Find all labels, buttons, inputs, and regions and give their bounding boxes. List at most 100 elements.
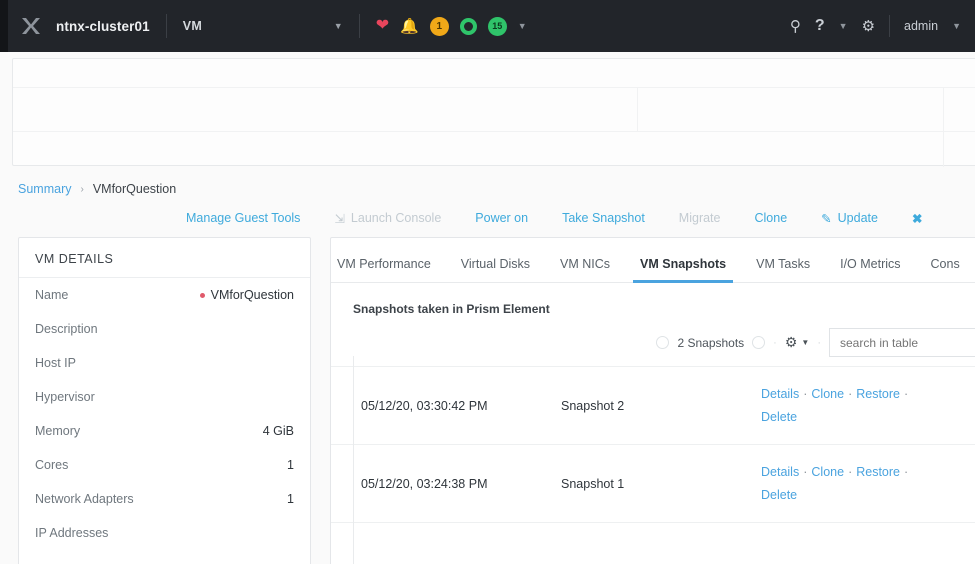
action-manage-guest-tools[interactable]: Manage Guest Tools (186, 211, 300, 225)
table-row[interactable]: 05/12/20, 03:30:42 PM Snapshot 2 Details… (331, 366, 975, 445)
console-icon: ⇲ (334, 211, 345, 226)
chevron-down-icon: ▼ (801, 338, 810, 347)
snapshot-clone-link[interactable]: Clone (811, 387, 844, 401)
detail-row-host-ip: Host IP (19, 346, 310, 380)
tab-console[interactable]: Cons (916, 257, 975, 282)
snapshot-row-actions: Details · Clone · Restore · Delete (761, 444, 975, 523)
snapshot-name: Snapshot 1 (561, 444, 761, 523)
snapshot-details-link[interactable]: Details (761, 387, 799, 401)
power-status-dot-icon (199, 292, 205, 298)
detail-key: IP Addresses (35, 526, 109, 540)
chevron-down-icon[interactable]: ▼ (518, 21, 527, 31)
table-settings-button[interactable]: ⚙ ▼ (785, 334, 809, 351)
toolbar-dot-separator: · (773, 336, 777, 349)
chevron-down-icon[interactable]: ▼ (839, 21, 848, 31)
detail-key: Memory (35, 424, 81, 438)
empty-cell (331, 522, 561, 564)
question-mark-icon[interactable]: ? (815, 18, 825, 34)
header-divider-3 (889, 15, 891, 37)
action-dot: · (904, 387, 909, 401)
action-migrate: Migrate (678, 211, 721, 225)
detail-row-ip-addresses: IP Addresses (19, 516, 310, 550)
header-divider-1 (165, 14, 167, 38)
action-launch-console-label: Launch Console (350, 211, 442, 225)
detail-row-cores: Cores 1 (19, 448, 310, 482)
detail-row-name: Name VMforQuestion (19, 278, 310, 312)
close-x-icon[interactable]: ✖ (912, 211, 922, 226)
detail-row-memory: Memory 4 GiB (19, 414, 310, 448)
toolbar-dot-separator-2: · (817, 336, 821, 349)
snapshot-delete-link[interactable]: Delete (761, 410, 797, 424)
snapshot-delete-link[interactable]: Delete (761, 488, 797, 502)
action-clone[interactable]: Clone (754, 211, 787, 225)
snapshots-table: 05/12/20, 03:30:42 PM Snapshot 2 Details… (331, 366, 975, 564)
info-circle-icon (656, 336, 670, 349)
summary-widget-card (12, 58, 975, 167)
snapshot-clone-link[interactable]: Clone (811, 465, 844, 479)
detail-key: Host IP (35, 356, 76, 370)
action-power-on[interactable]: Power on (475, 211, 528, 225)
tab-vm-nics[interactable]: VM NICs (545, 257, 625, 282)
detail-key: Hypervisor (35, 390, 95, 404)
tab-io-metrics[interactable]: I/O Metrics (825, 257, 915, 282)
vm-details-title: VM DETAILS (19, 238, 310, 278)
widget-rule-1 (13, 87, 975, 88)
table-row[interactable]: 05/12/20, 03:24:38 PM Snapshot 1 Details… (331, 444, 975, 523)
task-count-badge[interactable]: 15 (487, 16, 507, 36)
warning-count-badge[interactable]: 1 (429, 16, 449, 36)
snapshot-restore-link[interactable]: Restore (856, 387, 900, 401)
tab-virtual-disks[interactable]: Virtual Disks (446, 257, 545, 282)
action-dot: · (848, 465, 853, 479)
heart-icon[interactable]: ❤ (376, 18, 389, 34)
search-in-table-input[interactable] (829, 328, 975, 357)
circle-ring-icon[interactable] (459, 17, 477, 35)
detail-row-description: Description (19, 312, 310, 346)
action-dot: · (803, 387, 808, 401)
nutanix-x-icon[interactable] (8, 0, 54, 52)
entity-type-label: VM (182, 19, 203, 33)
vm-details-panel: VM DETAILS Name VMforQuestion Descriptio… (18, 237, 311, 564)
tab-vm-snapshots[interactable]: VM Snapshots (625, 257, 741, 283)
tab-vm-tasks[interactable]: VM Tasks (741, 257, 825, 282)
snapshot-restore-link[interactable]: Restore (856, 465, 900, 479)
detail-key: Network Adapters (35, 492, 134, 506)
detail-value: 1 (287, 492, 294, 506)
action-dot: · (904, 465, 909, 479)
refresh-circle-icon[interactable] (752, 336, 766, 349)
snapshot-row-actions: Details · Clone · Restore · Delete (761, 366, 975, 445)
action-take-snapshot[interactable]: Take Snapshot (562, 211, 645, 225)
snapshots-caption: Snapshots taken in Prism Element (353, 302, 550, 316)
action-update[interactable]: ✎ Update (821, 211, 878, 226)
tab-vm-performance[interactable]: VM Performance (331, 257, 446, 282)
header-left-edge (0, 0, 8, 52)
detail-key: Cores (35, 458, 69, 472)
widget-rule-3 (637, 88, 638, 131)
breadcrumb: Summary › VMforQuestion (18, 182, 176, 196)
table-left-rule (353, 356, 354, 564)
detail-row-hypervisor: Hypervisor (19, 380, 310, 414)
detail-key: Name (35, 288, 69, 302)
widget-rule-2 (13, 131, 975, 132)
chevron-down-icon[interactable]: ▼ (952, 21, 961, 31)
table-empty-row (331, 522, 975, 564)
detail-key: Description (35, 322, 98, 336)
empty-cell (761, 522, 975, 564)
vm-content-panel: VM Performance Virtual Disks VM NICs VM … (330, 237, 975, 564)
action-dot: · (803, 465, 808, 479)
bell-icon[interactable]: 🔔 (400, 19, 419, 34)
detail-value-text: VMforQuestion (210, 288, 294, 302)
top-header-bar: ntnx-cluster01 VM ▼ ❤ 🔔 1 15 ▼ ⚲ ? ▼ ⚙ a… (0, 0, 975, 52)
cluster-status-icons: ❤ 🔔 1 15 ▼ (376, 16, 527, 36)
snapshot-details-link[interactable]: Details (761, 465, 799, 479)
snapshot-count-label: 2 Snapshots (677, 335, 745, 350)
search-icon[interactable]: ⚲ (790, 19, 801, 34)
detail-value: 4 GiB (262, 424, 294, 438)
entity-type-dropdown[interactable]: VM ▼ (183, 19, 343, 33)
breadcrumb-parent-link[interactable]: Summary (18, 182, 71, 196)
action-dot: · (848, 387, 853, 401)
breadcrumb-current: VMforQuestion (92, 182, 177, 196)
gear-icon[interactable]: ⚙ (862, 19, 875, 34)
action-update-label: Update (837, 211, 878, 225)
action-launch-console: ⇲ Launch Console (334, 211, 441, 226)
user-menu-label[interactable]: admin (904, 19, 938, 33)
